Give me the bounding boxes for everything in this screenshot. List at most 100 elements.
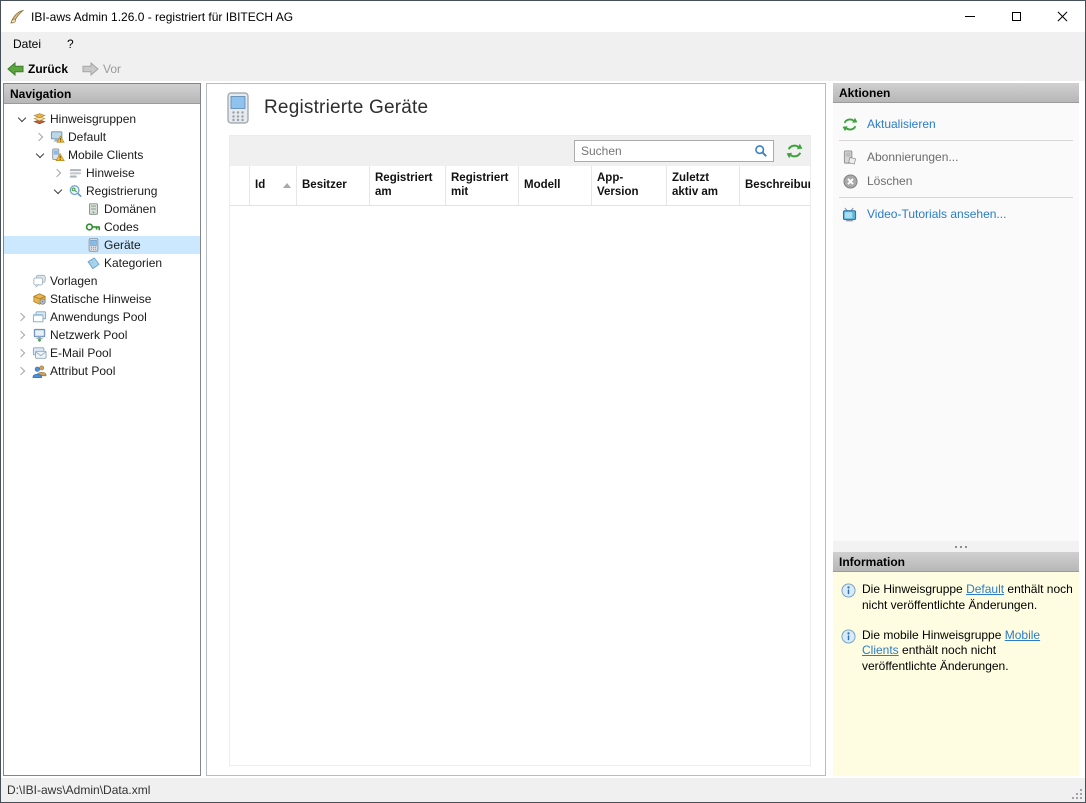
chevron-spacer: [14, 273, 30, 289]
status-bar: D:\IBI-aws\Admin\Data.xml: [1, 778, 1085, 802]
chevron-collapsed-icon[interactable]: [32, 129, 48, 145]
chevron-collapsed-icon[interactable]: [14, 309, 30, 325]
content-area: Navigation Hinweisgruppen: [1, 81, 1085, 776]
back-button[interactable]: Zurück: [7, 62, 68, 76]
sidebar-item-domaenen[interactable]: Domänen: [4, 200, 200, 218]
chevron-spacer: [68, 219, 84, 235]
splitter-dots-icon: [955, 546, 957, 548]
status-bar-path: D:\IBI-aws\Admin\Data.xml: [7, 783, 150, 797]
chevron-expanded-icon[interactable]: [14, 111, 30, 127]
sidebar-item-registrierung[interactable]: Registrierung: [4, 182, 200, 200]
action-label: Video-Tutorials ansehen...: [867, 207, 1006, 221]
chevron-collapsed-icon[interactable]: [50, 165, 66, 181]
search-input[interactable]: [575, 142, 749, 160]
table-body-empty[interactable]: [230, 206, 810, 765]
subscriptions-icon: [841, 149, 859, 165]
information-panel: Die Hinweisgruppe Default enthält noch n…: [833, 572, 1079, 776]
sidebar-item-statische-hinweise[interactable]: Statische Hinweise: [4, 290, 200, 308]
sidebar-item-hinweise[interactable]: Hinweise: [4, 164, 200, 182]
actions-list: Aktualisieren Abonnierungen...: [833, 103, 1079, 541]
table-header-empty[interactable]: [230, 166, 250, 205]
action-aktualisieren[interactable]: Aktualisieren: [833, 112, 1079, 136]
table-header-registriert-mit[interactable]: Registriert mit: [446, 166, 519, 205]
notices-icon: [66, 165, 84, 181]
page-title: Registrierte Geräte: [264, 97, 428, 119]
chevron-spacer: [68, 255, 84, 271]
sidebar-item-label: Statische Hinweise: [48, 292, 151, 306]
sidebar-item-label: Kategorien: [102, 256, 162, 270]
chevron-expanded-icon[interactable]: [50, 183, 66, 199]
table-header-beschreibung[interactable]: Beschreibung: [740, 166, 810, 205]
app-window: IBI-aws Admin 1.26.0 - registriert für I…: [0, 0, 1086, 803]
sidebar-item-label: Attribut Pool: [48, 364, 115, 378]
devices-icon: [84, 237, 102, 253]
action-label: Löschen: [867, 174, 912, 188]
forward-arrow-icon: [82, 62, 99, 76]
domains-icon: [84, 201, 102, 217]
application-pool-icon: [30, 309, 48, 325]
chevron-collapsed-icon[interactable]: [14, 327, 30, 343]
search-icon: [754, 144, 768, 158]
registration-icon: [66, 183, 84, 199]
title-bar: IBI-aws Admin 1.26.0 - registriert für I…: [1, 1, 1085, 32]
forward-button-label: Vor: [103, 62, 121, 76]
minimize-icon: [965, 16, 975, 17]
network-pool-icon: [30, 327, 48, 343]
sidebar-item-geraete[interactable]: Geräte: [4, 236, 200, 254]
sidebar-item-attribut-pool[interactable]: Attribut Pool: [4, 362, 200, 380]
sidebar-item-label: Mobile Clients: [66, 148, 143, 162]
sort-ascending-icon: [283, 183, 291, 188]
sidebar-item-label: Registrierung: [84, 184, 157, 198]
table-header-app-version[interactable]: App-Version: [592, 166, 667, 205]
default-group-icon: [48, 129, 66, 145]
actions-separator: [839, 140, 1073, 141]
templates-icon: [30, 273, 48, 289]
sidebar-item-label: Default: [66, 130, 106, 144]
table-header-modell[interactable]: Modell: [519, 166, 592, 205]
chevron-collapsed-icon[interactable]: [14, 363, 30, 379]
forward-button[interactable]: Vor: [82, 62, 121, 76]
search-box: [574, 140, 774, 162]
sidebar-item-vorlagen[interactable]: Vorlagen: [4, 272, 200, 290]
chevron-expanded-icon[interactable]: [32, 147, 48, 163]
chevron-collapsed-icon[interactable]: [14, 345, 30, 361]
actions-separator: [839, 197, 1073, 198]
search-button[interactable]: [749, 141, 773, 161]
table-header-registriert-am[interactable]: Registriert am: [370, 166, 446, 205]
menu-item-datei[interactable]: Datei: [13, 37, 41, 51]
categories-icon: [84, 255, 102, 271]
sidebar-item-hinweisgruppen[interactable]: Hinweisgruppen: [4, 110, 200, 128]
info-link-default[interactable]: Default: [966, 582, 1004, 596]
refresh-button[interactable]: [786, 143, 803, 159]
sidebar-item-netzwerk-pool[interactable]: Netzwerk Pool: [4, 326, 200, 344]
action-abonnierungen: Abonnierungen...: [833, 145, 1079, 169]
maximize-icon: [1012, 12, 1021, 21]
actions-panel-header: Aktionen: [833, 83, 1079, 103]
info-icon: [841, 629, 856, 675]
table-header-besitzer[interactable]: Besitzer: [297, 166, 370, 205]
right-panel: Aktionen Aktualisieren: [833, 83, 1079, 776]
sidebar-item-mobile-clients[interactable]: Mobile Clients: [4, 146, 200, 164]
menu-item-help[interactable]: ?: [67, 37, 74, 51]
page-title-row: Registrierte Geräte: [226, 92, 428, 124]
table-header-zuletzt-aktiv-am[interactable]: Zuletzt aktiv am: [667, 166, 740, 205]
sidebar-item-codes[interactable]: Codes: [4, 218, 200, 236]
action-video-tutorials[interactable]: Video-Tutorials ansehen...: [833, 202, 1079, 226]
close-button[interactable]: [1039, 1, 1085, 32]
main-panel: Registrierte Geräte: [206, 83, 826, 776]
sidebar-item-anwendungs-pool[interactable]: Anwendungs Pool: [4, 308, 200, 326]
sidebar-item-default[interactable]: Default: [4, 128, 200, 146]
resize-grip[interactable]: [1071, 788, 1082, 799]
maximize-button[interactable]: [993, 1, 1039, 32]
sidebar-item-label: Hinweisgruppen: [48, 112, 136, 126]
sidebar-item-label: Codes: [102, 220, 139, 234]
info-text: Die mobile Hinweisgruppe Mobile Clients …: [862, 628, 1073, 675]
sidebar-item-email-pool[interactable]: E-Mail Pool: [4, 344, 200, 362]
sidebar-item-kategorien[interactable]: Kategorien: [4, 254, 200, 272]
info-item-mobile-clients: Die mobile Hinweisgruppe Mobile Clients …: [841, 628, 1073, 675]
info-item-default: Die Hinweisgruppe Default enthält noch n…: [841, 582, 1073, 614]
minimize-button[interactable]: [947, 1, 993, 32]
panel-splitter-handle[interactable]: [833, 541, 1079, 552]
window-title: IBI-aws Admin 1.26.0 - registriert für I…: [31, 10, 293, 24]
table-header-id[interactable]: Id: [250, 166, 297, 205]
